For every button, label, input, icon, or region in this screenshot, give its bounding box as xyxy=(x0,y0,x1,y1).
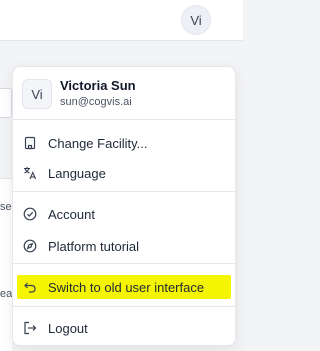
building-icon xyxy=(23,136,37,150)
check-circle-icon xyxy=(23,207,37,221)
menu-item-label: Account xyxy=(48,206,95,222)
change-facility-menu-item[interactable]: Change Facility... xyxy=(17,131,231,155)
platform-tutorial-menu-item[interactable]: Platform tutorial xyxy=(17,234,231,258)
undo-arrow-icon xyxy=(23,280,37,294)
menu-divider xyxy=(13,306,235,307)
switch-old-ui-menu-item[interactable]: Switch to old user interface xyxy=(17,275,231,299)
user-email: sun@cogvis.ai xyxy=(60,96,132,108)
menu-item-label: Logout xyxy=(48,320,88,336)
background-text-fragment: ea xyxy=(0,288,13,300)
translate-icon xyxy=(23,166,37,180)
menu-item-label: Switch to old user interface xyxy=(48,279,205,295)
menu-item-label: Change Facility... xyxy=(48,135,148,151)
user-menu-dropdown: Vi Victoria Sun sun@cogvis.ai Change Fac… xyxy=(12,66,236,346)
menu-divider xyxy=(13,191,235,192)
background-text-fragment: se xyxy=(0,201,12,213)
top-bar: Vi xyxy=(0,0,243,41)
menu-divider xyxy=(13,263,235,264)
user-avatar-button[interactable]: Vi xyxy=(181,5,211,35)
menu-item-label: Platform tutorial xyxy=(48,238,140,254)
user-info-header: Vi Victoria Sun sun@cogvis.ai xyxy=(13,67,235,119)
menu-divider xyxy=(13,119,235,120)
language-menu-item[interactable]: Language xyxy=(17,161,231,185)
compass-icon xyxy=(23,239,37,253)
account-menu-item[interactable]: Account xyxy=(17,202,231,226)
logout-menu-item[interactable]: Logout xyxy=(17,316,231,340)
user-name: Victoria Sun xyxy=(60,78,136,93)
logout-icon xyxy=(23,321,37,335)
avatar: Vi xyxy=(22,79,52,109)
menu-item-label: Language xyxy=(48,165,106,181)
background-card xyxy=(0,88,12,118)
